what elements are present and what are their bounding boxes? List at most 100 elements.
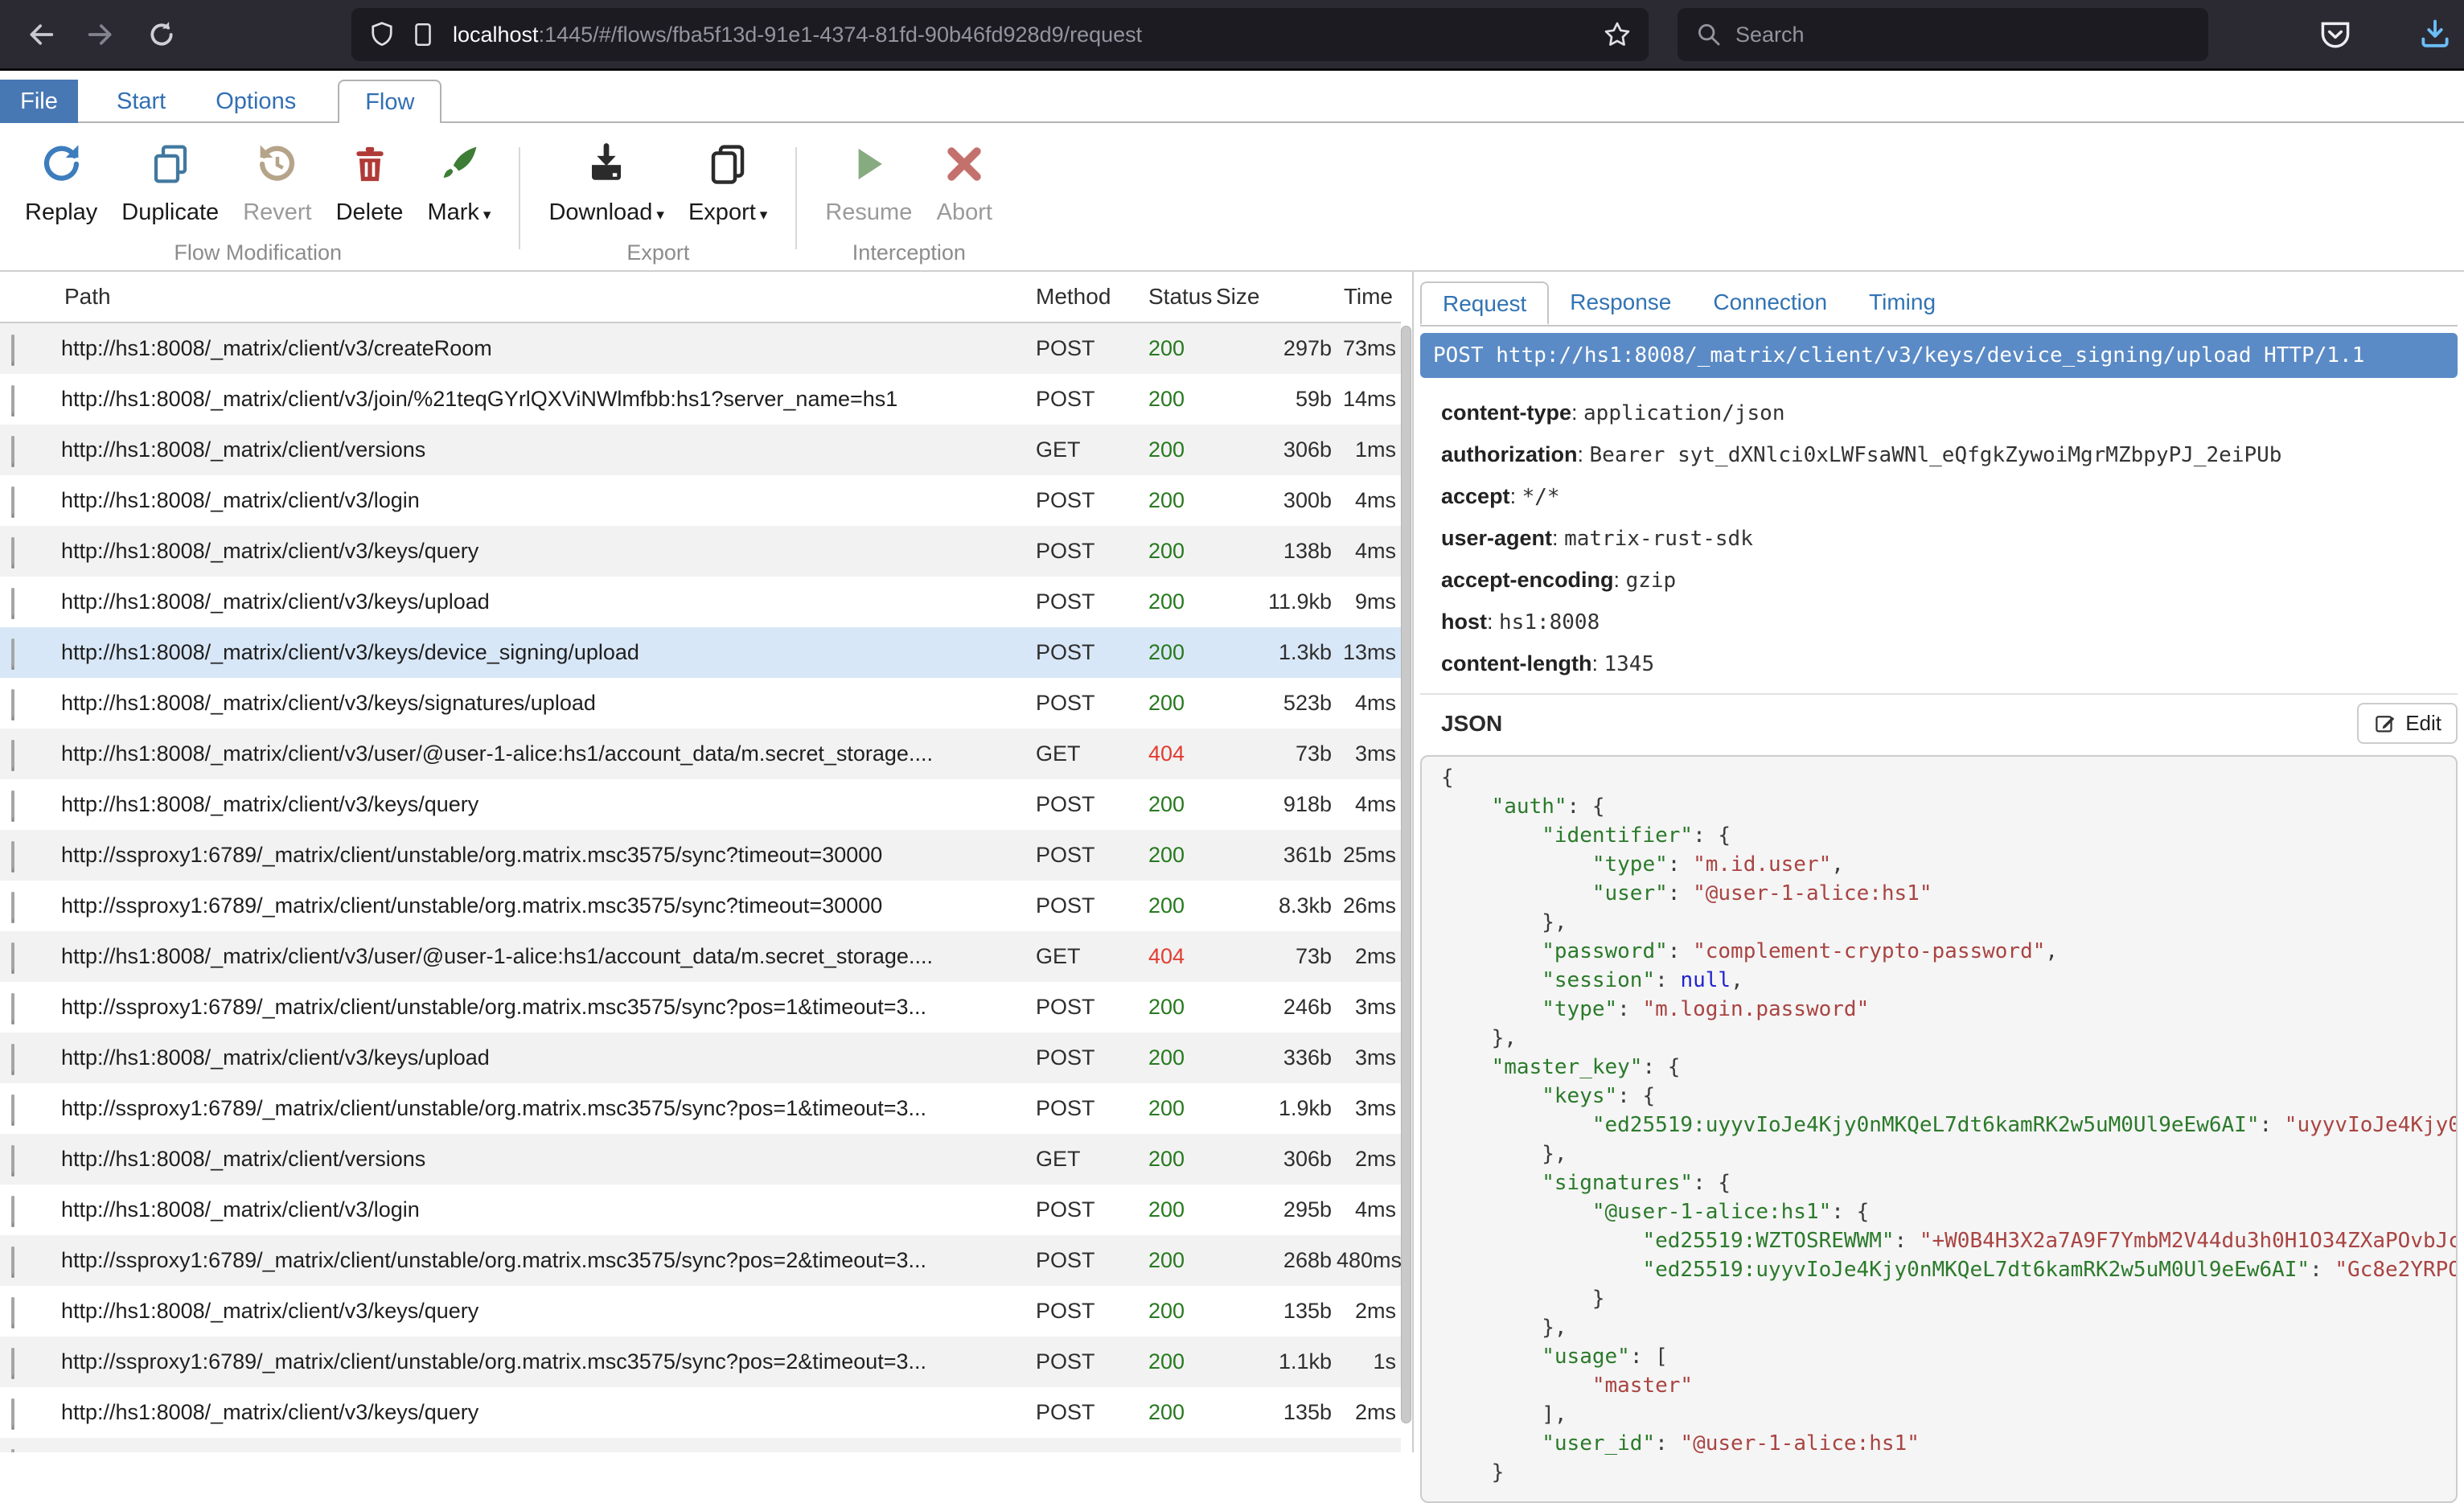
flow-row-icon-cell [0, 893, 51, 918]
flow-row[interactable]: http://hs1:8008/_matrix/client/versionsG… [0, 1134, 1401, 1185]
flow-row[interactable]: http://ssproxy1:6789/_matrix/client/unst… [0, 982, 1401, 1033]
mark-button[interactable]: Mark▾ [427, 142, 491, 226]
downloads-button[interactable] [2414, 14, 2456, 56]
json-line: "ed25519:uyyvIoJe4Kjy0nMKQeL7dt6kamRK2w5… [1441, 1111, 2456, 1140]
flow-row-icon-cell [0, 336, 51, 361]
flow-method: GET [1029, 437, 1142, 462]
delete-button-label: Delete [336, 199, 404, 226]
flow-path: http://hs1:8008/_matrix/client/v3/user/@… [51, 944, 1029, 969]
document-icon [11, 740, 14, 771]
flow-size: 246b [1216, 995, 1337, 1020]
bookmark-button[interactable] [1602, 19, 1632, 50]
document-icon [11, 942, 14, 974]
edit-pencil-icon [2373, 712, 2397, 736]
flow-method: POST [1029, 387, 1142, 412]
flow-row[interactable]: http://hs1:8008/_matrix/client/v3/keys/q… [0, 1286, 1401, 1337]
request-header-line: accept-encoding: gzip [1441, 568, 2458, 593]
header-value: hs1:8008 [1499, 610, 1600, 634]
delete-button[interactable]: Delete [336, 142, 404, 226]
replay-icon [39, 142, 83, 190]
url-bar[interactable]: localhost:1445/#/flows/fba5f13d-91e1-437… [351, 8, 1649, 61]
flow-row[interactable]: http://hs1:8008/_matrix/client/v3/keys/u… [0, 577, 1401, 627]
flow-time: 4ms [1337, 792, 1401, 817]
header-value: application/json [1583, 401, 1784, 425]
menu-item-options[interactable]: Options [204, 80, 307, 123]
json-line: "keys": { [1441, 1082, 2456, 1111]
search-input[interactable]: Search [1678, 8, 2208, 61]
flow-row-icon-cell [0, 1147, 51, 1172]
pocket-button[interactable] [2314, 14, 2356, 56]
flow-row[interactable]: http://hs1:8008/_matrix/client/v3/keys/q… [0, 526, 1401, 577]
detail-tab-request[interactable]: Request [1420, 281, 1549, 325]
flow-row[interactable]: http://hs1:8008/_matrix/client/v3/user/@… [0, 729, 1401, 779]
request-first-line[interactable]: POST http://hs1:8008/_matrix/client/v3/k… [1420, 333, 2458, 378]
flow-row[interactable]: http://ssproxy1:6789/_matrix/client/unst… [0, 881, 1401, 931]
detail-tab-timing[interactable]: Timing [1848, 281, 1957, 325]
flow-row[interactable]: http://ssproxy1:6789/_matrix/client/unst… [0, 1235, 1401, 1286]
flow-time: 2ms [1337, 944, 1401, 969]
flow-time: 4ms [1337, 691, 1401, 716]
flow-size: 73b [1216, 944, 1337, 969]
flow-status: 200 [1142, 792, 1216, 817]
flow-method: POST [1029, 1299, 1142, 1324]
back-button[interactable] [18, 11, 64, 58]
replay-button[interactable]: Replay [25, 142, 97, 226]
revert-button[interactable]: Revert [243, 142, 311, 226]
flow-row[interactable]: http://hs1:8008/_matrix/client/v3/create… [0, 323, 1401, 374]
flow-row[interactable]: http://hs1:8008/_matrix/client/v3/keys/q… [0, 1387, 1401, 1438]
export-button[interactable]: Export▾ [688, 142, 767, 226]
json-line: "ed25519:WZTOSREWWM": "+W0B4H3X2a7A9F7Ym… [1441, 1226, 2456, 1255]
abort-button[interactable]: Abort [936, 142, 992, 226]
document-icon [11, 892, 14, 923]
menu-item-file[interactable]: File [0, 80, 78, 123]
edit-body-button[interactable]: Edit [2357, 703, 2458, 744]
flow-path: http://hs1:8008/_matrix/client/v3/keys/q… [51, 539, 1029, 564]
flow-method: GET [1029, 1147, 1142, 1172]
flow-row[interactable] [0, 1438, 1401, 1452]
export-button-label: Export▾ [688, 199, 767, 226]
json-line: "signatures": { [1441, 1168, 2456, 1197]
document-icon [11, 1094, 14, 1126]
json-line: } [1441, 1284, 2456, 1313]
flow-size: 295b [1216, 1197, 1337, 1222]
flow-table-scrollbar[interactable] [1401, 326, 1411, 1423]
flow-row[interactable]: http://hs1:8008/_matrix/client/v3/keys/u… [0, 1033, 1401, 1083]
duplicate-button[interactable]: Duplicate [121, 142, 219, 226]
detail-tab-response[interactable]: Response [1549, 281, 1692, 325]
request-header-line: accept: */* [1441, 484, 2458, 509]
document-icon [11, 639, 14, 670]
flow-row[interactable]: http://ssproxy1:6789/_matrix/client/unst… [0, 1337, 1401, 1387]
flow-row[interactable]: http://ssproxy1:6789/_matrix/client/unst… [0, 830, 1401, 881]
flow-row[interactable]: http://hs1:8008/_matrix/client/v3/keys/d… [0, 627, 1401, 678]
header-value: gzip [1626, 569, 1677, 593]
dropdown-caret-icon: ▾ [483, 207, 491, 224]
download-button[interactable]: Download▾ [548, 142, 664, 226]
flow-row[interactable]: http://hs1:8008/_matrix/client/versionsG… [0, 425, 1401, 475]
export-icon [706, 142, 749, 190]
shield-icon[interactable] [368, 20, 396, 49]
toolbar-separator [795, 147, 797, 249]
detail-tab-connection[interactable]: Connection [1692, 281, 1848, 325]
forward-button[interactable] [77, 11, 124, 58]
flow-path: http://hs1:8008/_matrix/client/v3/keys/q… [51, 1299, 1029, 1324]
flow-status: 200 [1142, 437, 1216, 462]
reload-button[interactable] [138, 11, 185, 58]
flow-row[interactable]: http://hs1:8008/_matrix/client/v3/user/@… [0, 931, 1401, 982]
flow-row-icon-cell [0, 437, 51, 462]
headers-body-divider [1420, 693, 2458, 695]
flow-row[interactable]: http://hs1:8008/_matrix/client/v3/join/%… [0, 374, 1401, 425]
tab-flow[interactable]: Flow [338, 80, 441, 123]
flow-row[interactable]: http://ssproxy1:6789/_matrix/client/unst… [0, 1083, 1401, 1134]
flow-row[interactable]: http://hs1:8008/_matrix/client/v3/loginP… [0, 1185, 1401, 1235]
flow-size: 300b [1216, 488, 1337, 513]
flow-time: 4ms [1337, 539, 1401, 564]
page-icon[interactable] [409, 21, 437, 48]
document-icon [11, 1196, 14, 1227]
flow-row-icon-cell [0, 1045, 51, 1070]
flow-row[interactable]: http://hs1:8008/_matrix/client/v3/keys/q… [0, 779, 1401, 830]
flow-row[interactable]: http://hs1:8008/_matrix/client/v3/loginP… [0, 475, 1401, 526]
flow-size: 361b [1216, 843, 1337, 868]
flow-row[interactable]: http://hs1:8008/_matrix/client/v3/keys/s… [0, 678, 1401, 729]
menu-item-start[interactable]: Start [105, 80, 177, 123]
resume-button[interactable]: Resume [825, 142, 912, 226]
